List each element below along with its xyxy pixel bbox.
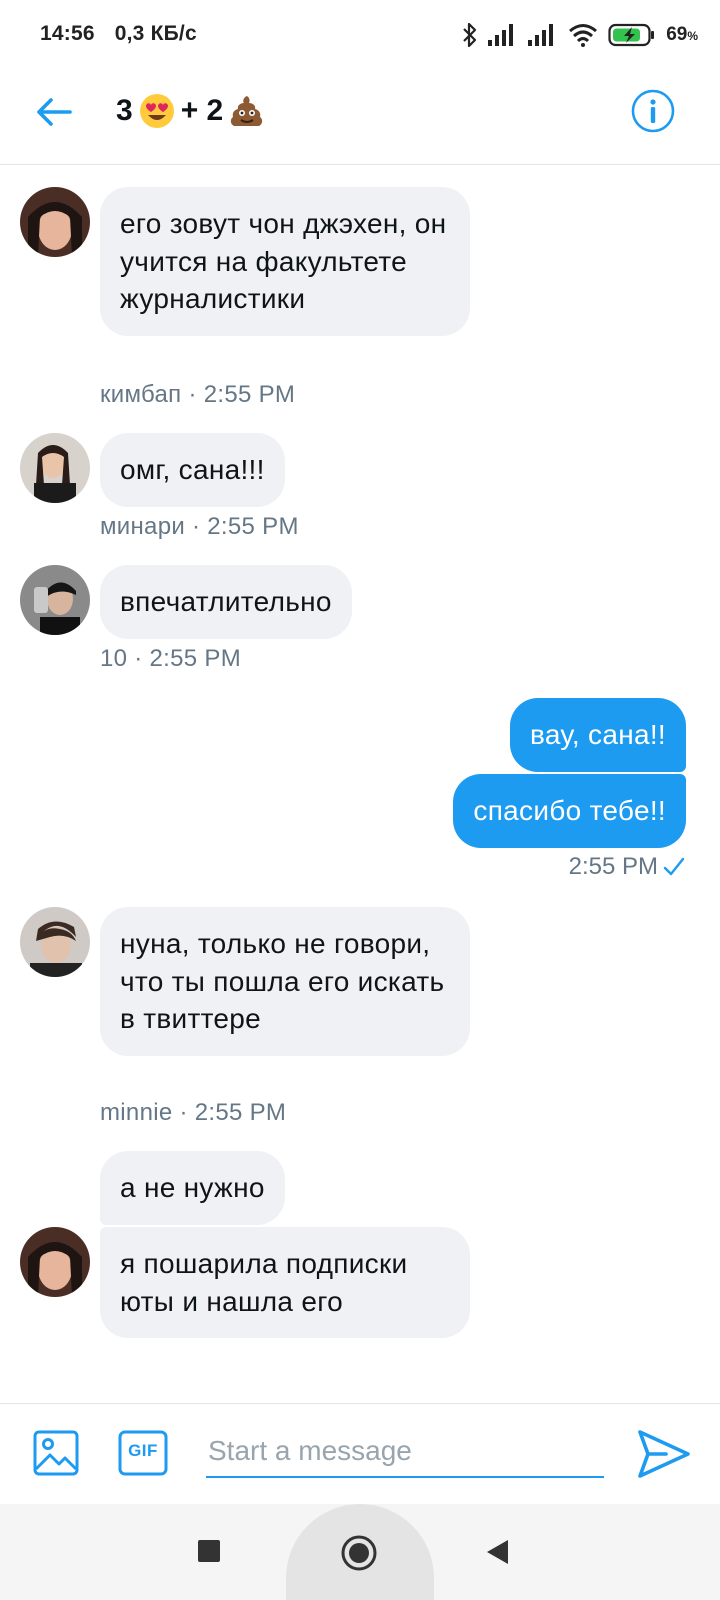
bluetooth-icon xyxy=(463,22,477,48)
image-icon[interactable] xyxy=(32,1429,80,1477)
message-meta: минари · 2:55 PM xyxy=(100,513,299,540)
send-icon[interactable] xyxy=(636,1426,692,1482)
home-circle-icon[interactable] xyxy=(340,1534,378,1572)
conversation-title[interactable]: 3 + 2 xyxy=(116,93,265,129)
battery-icon xyxy=(608,23,655,47)
wifi-icon xyxy=(569,24,598,47)
status-bar: 14:56 0,3 КБ/с 69% xyxy=(0,0,720,70)
avatar[interactable] xyxy=(20,565,90,635)
conversation-header: 3 + 2 xyxy=(0,70,720,165)
gif-button[interactable]: GIF xyxy=(118,1429,168,1477)
message-bubble[interactable]: нуна, только не говори, что ты пошла его… xyxy=(100,907,470,1056)
avatar[interactable] xyxy=(20,907,90,977)
gif-label: GIF xyxy=(128,1441,158,1460)
avatar[interactable] xyxy=(20,433,90,503)
status-time: 14:56 xyxy=(40,22,95,45)
sent-message-meta: 2:55 PM xyxy=(569,853,686,881)
info-icon[interactable] xyxy=(630,88,676,134)
message-bubble[interactable]: омг, сана!!! xyxy=(100,433,285,507)
sent-message-bubble[interactable]: спасибо тебе!! xyxy=(453,774,686,848)
status-network-speed: 0,3 КБ/с xyxy=(114,22,197,45)
avatar[interactable] xyxy=(20,187,90,257)
heart-eyes-emoji-icon xyxy=(139,94,174,128)
message-bubble[interactable]: я пошарила подписки юты и нашла его xyxy=(100,1227,470,1338)
sent-message-bubble[interactable]: вау, сана!! xyxy=(509,698,686,772)
signal-icon xyxy=(488,24,514,46)
message-input[interactable] xyxy=(206,1426,604,1478)
message-meta: minnie · 2:55 PM xyxy=(100,1099,287,1126)
system-navigation-bar xyxy=(0,1504,720,1600)
message-meta: 10 · 2:55 PM xyxy=(100,645,242,672)
message-meta: кимбап · 2:55 PM xyxy=(100,381,296,408)
message-bubble[interactable]: впечатлительно xyxy=(100,565,352,639)
checkmark-icon xyxy=(663,857,685,876)
recents-square-icon[interactable] xyxy=(196,1538,222,1564)
message-bubble[interactable]: его зовут чон джэхен, он учится на факул… xyxy=(100,187,470,336)
signal-icon-2 xyxy=(528,24,554,46)
avatar[interactable] xyxy=(20,1227,90,1297)
message-thread[interactable]: его зовут чон джэхен, он учится на факул… xyxy=(0,165,720,1403)
battery-level: 69 xyxy=(666,24,688,45)
message-composer: GIF xyxy=(0,1403,720,1504)
back-arrow-icon[interactable] xyxy=(34,92,74,132)
pile-of-poo-emoji-icon xyxy=(231,96,263,126)
back-triangle-icon[interactable] xyxy=(484,1538,510,1566)
message-bubble[interactable]: а не нужно xyxy=(100,1151,285,1225)
